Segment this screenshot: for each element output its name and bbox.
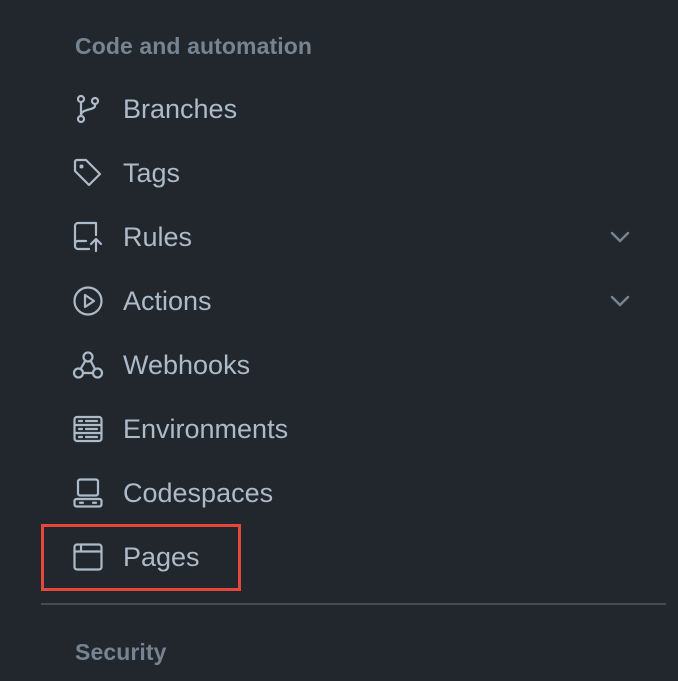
sidebar-item-label: Rules [123,222,193,252]
sidebar-item-branches[interactable]: Branches [62,80,642,138]
sidebar-item-environments[interactable]: Environments [62,400,642,458]
sidebar-item-label: Branches [123,94,238,124]
sidebar-item-rules[interactable]: Rules [62,208,642,266]
section-divider [41,603,666,605]
sidebar-item-label: Codespaces [123,478,274,508]
sidebar-item-label: Webhooks [123,350,251,380]
section-heading-code-and-automation: Code and automation [75,33,313,59]
tag-icon [72,157,104,189]
chevron-down-icon[interactable] [608,289,632,313]
sidebar-item-label: Pages [123,542,200,572]
section-heading-security: Security [75,639,167,665]
browser-icon [72,541,104,573]
chevron-down-icon[interactable] [608,225,632,249]
sidebar-item-webhooks[interactable]: Webhooks [62,336,642,394]
git-branch-icon [72,93,104,125]
sidebar-item-label: Actions [123,286,212,316]
sidebar-item-label: Environments [123,414,289,444]
sidebar-item-tags[interactable]: Tags [62,144,642,202]
sidebar-item-pages[interactable]: Pages [62,528,642,586]
repo-push-icon [72,221,104,253]
codespaces-icon [72,477,104,509]
sidebar-item-codespaces[interactable]: Codespaces [62,464,642,522]
sidebar-item-actions[interactable]: Actions [62,272,642,330]
server-icon [72,413,104,445]
sidebar-item-label: Tags [123,158,181,188]
webhook-icon [72,349,104,381]
play-icon [72,285,104,317]
